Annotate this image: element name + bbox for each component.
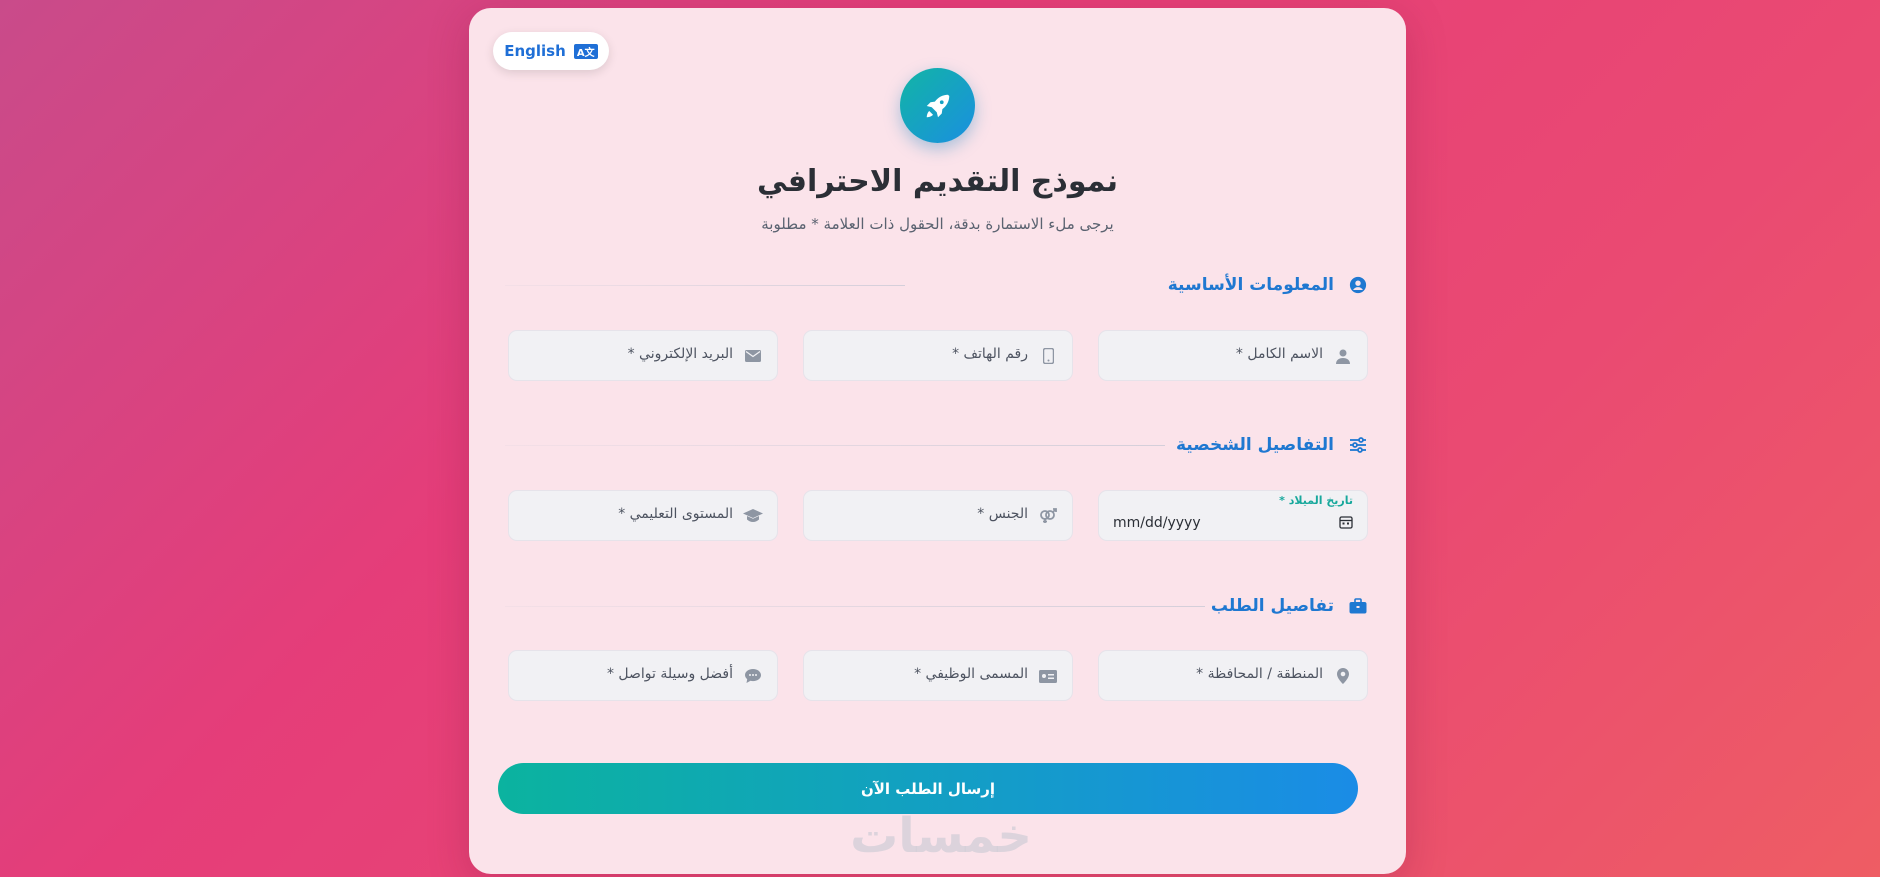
user-icon xyxy=(1333,346,1353,366)
field-placeholder: الاسم الكامل * xyxy=(1235,346,1323,362)
region-field[interactable]: المنطقة / المحافظة * xyxy=(1098,650,1368,701)
briefcase-icon xyxy=(1348,596,1368,616)
field-placeholder: رقم الهاتف * xyxy=(952,346,1028,362)
map-marker-icon xyxy=(1333,666,1353,686)
sliders-icon xyxy=(1348,435,1368,455)
section-divider xyxy=(505,606,1205,607)
watermark-logo: خمسات xyxy=(850,808,1032,864)
birth-date-label: تاريخ الميلاد * xyxy=(1279,494,1353,507)
section-divider xyxy=(505,445,1165,446)
phone-field[interactable]: رقم الهاتف * xyxy=(803,330,1073,381)
section-title: تفاصيل الطلب xyxy=(1210,596,1334,616)
page-subtitle: يرجى ملء الاستمارة بدقة، الحقول ذات العل… xyxy=(761,215,1114,233)
gender-field[interactable]: الجنس * xyxy=(803,490,1073,541)
birth-date-field[interactable]: تاريخ الميلاد * mm/dd/yyyy xyxy=(1098,490,1368,541)
section-title: المعلومات الأساسية xyxy=(1167,275,1334,295)
gender-icon xyxy=(1038,506,1058,526)
submit-button-label: إرسال الطلب الآن xyxy=(860,779,996,798)
field-placeholder: البريد الإلكتروني * xyxy=(627,346,733,362)
user-circle-icon xyxy=(1348,275,1368,295)
full-name-field[interactable]: الاسم الكامل * xyxy=(1098,330,1368,381)
field-placeholder: الجنس * xyxy=(977,506,1028,522)
language-toggle-button[interactable]: English A文 xyxy=(493,32,609,70)
education-level-field[interactable]: المستوى التعليمي * xyxy=(508,490,778,541)
translate-icon: A文 xyxy=(573,43,598,59)
section-personal-details-header: التفاصيل الشخصية xyxy=(1176,430,1368,460)
section-title: التفاصيل الشخصية xyxy=(1176,435,1334,455)
field-placeholder: المسمى الوظيفي * xyxy=(914,666,1028,682)
mobile-icon xyxy=(1038,346,1058,366)
section-basic-info-header: المعلومات الأساسية xyxy=(1168,270,1368,300)
section-divider xyxy=(505,285,905,286)
birth-date-value: mm/dd/yyyy xyxy=(1113,515,1201,531)
envelope-icon xyxy=(743,346,763,366)
job-title-field[interactable]: المسمى الوظيفي * xyxy=(803,650,1073,701)
contact-method-field[interactable]: أفضل وسيلة تواصل * xyxy=(508,650,778,701)
email-field[interactable]: البريد الإلكتروني * xyxy=(508,330,778,381)
calendar-icon[interactable] xyxy=(1339,514,1353,533)
graduation-cap-icon xyxy=(743,506,763,526)
field-placeholder: المستوى التعليمي * xyxy=(618,506,733,522)
field-placeholder: المنطقة / المحافظة * xyxy=(1196,666,1323,682)
page-title: نموذج التقديم الاحترافي xyxy=(756,164,1119,199)
application-form-card: English A文 نموذج التقديم الاحترافي يرجى … xyxy=(469,8,1406,874)
id-card-icon xyxy=(1038,666,1058,686)
submit-button[interactable]: إرسال الطلب الآن xyxy=(498,763,1358,814)
field-placeholder: أفضل وسيلة تواصل * xyxy=(606,666,733,682)
section-request-details-header: تفاصيل الطلب xyxy=(1211,591,1368,621)
language-toggle-label: English xyxy=(504,42,566,60)
rocket-icon xyxy=(900,68,975,143)
chat-icon xyxy=(743,666,763,686)
